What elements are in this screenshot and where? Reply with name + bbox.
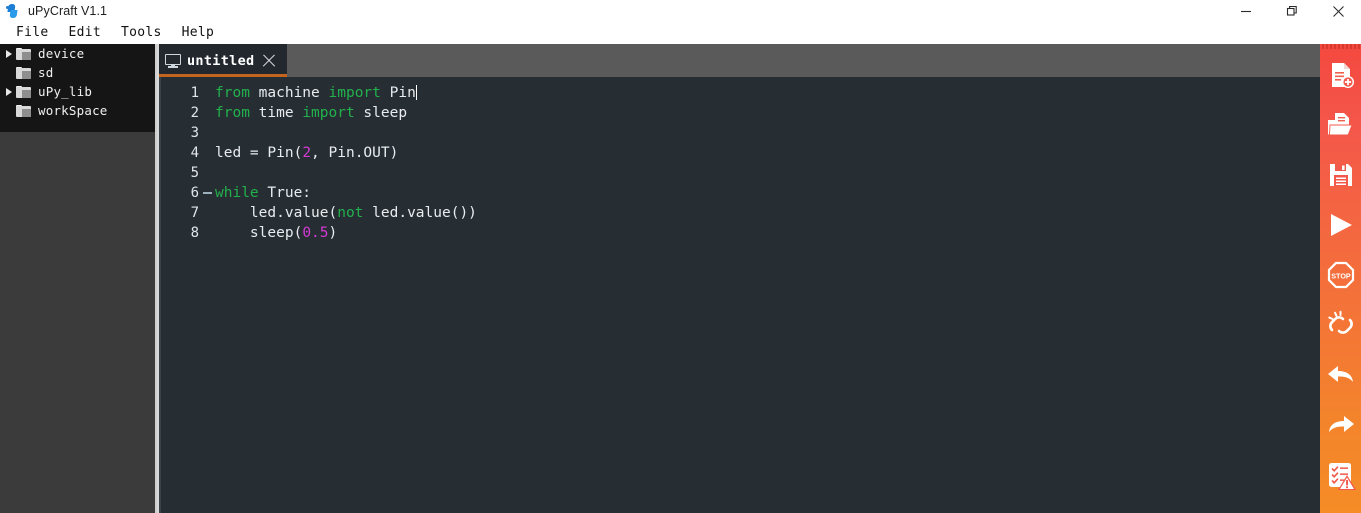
menu-item-edit[interactable]: Edit — [59, 22, 112, 44]
code-line: 4 led = Pin(2, Pin.OUT) — [159, 143, 1320, 163]
code-line: 5 — [159, 163, 1320, 183]
restore-icon — [1286, 5, 1297, 16]
save-button[interactable] — [1320, 150, 1361, 200]
syntax-check-icon — [1328, 463, 1356, 490]
undo-icon — [1327, 366, 1353, 382]
redo-icon — [1328, 416, 1354, 432]
disconnect-icon — [1327, 310, 1353, 334]
folder-icon — [16, 104, 31, 117]
more-tools-button[interactable] — [1320, 500, 1361, 513]
tab-label: untitled — [187, 52, 255, 69]
undo-button[interactable] — [1320, 350, 1361, 400]
line-number: 8 — [190, 225, 199, 241]
minimize-icon — [1241, 10, 1251, 13]
window-title: uPyCraft V1.1 — [28, 4, 108, 18]
expand-arrow-icon[interactable] — [2, 82, 16, 101]
run-icon — [1330, 214, 1352, 236]
line-number: 7 — [190, 205, 199, 221]
window-controls — [1223, 0, 1361, 22]
code-line: 7 led.value(not led.value()) — [159, 203, 1320, 223]
tree-item-device[interactable]: device — [0, 44, 157, 63]
tree-item-label: device — [38, 46, 85, 61]
tree-item-upy_lib[interactable]: uPy_lib — [0, 82, 157, 101]
stop-icon: STOP — [1327, 261, 1354, 289]
line-number: 3 — [190, 125, 199, 141]
code-text: led = Pin(2, Pin.OUT) — [215, 145, 399, 161]
menu-bar: File Edit Tools Help — [0, 22, 1361, 44]
sidebar-editor-divider — [157, 44, 159, 513]
restore-button[interactable] — [1269, 0, 1315, 22]
open-folder-icon — [1327, 113, 1353, 136]
line-number: 5 — [190, 165, 199, 181]
save-icon — [1329, 164, 1352, 186]
run-button[interactable] — [1320, 200, 1361, 250]
tree-item-label: sd — [38, 65, 54, 80]
upycraft-window: uPyCraft V1.1 File Edit Tools Help devic… — [0, 0, 1361, 513]
tree-item-label: workSpace — [38, 103, 108, 118]
file-tree: device sd uPy_lib workSpace — [0, 44, 157, 132]
line-number: 2 — [190, 105, 199, 121]
expand-arrow-icon[interactable] — [2, 44, 16, 63]
new-file-button[interactable] — [1320, 50, 1361, 100]
code-line: 2 from time import sleep — [159, 103, 1320, 123]
tab-strip: untitled — [159, 44, 1320, 77]
svg-text:STOP: STOP — [1331, 272, 1351, 281]
line-number: 6 — [190, 185, 199, 201]
menu-item-file[interactable]: File — [6, 22, 59, 44]
tree-item-workspace[interactable]: workSpace — [0, 101, 157, 120]
code-line: 3 — [159, 123, 1320, 143]
open-folder-button[interactable] — [1320, 100, 1361, 150]
code-line: 1 from machine import Pin — [159, 83, 1320, 103]
title-bar: uPyCraft V1.1 — [0, 0, 1361, 22]
line-number: 4 — [190, 145, 199, 161]
code-line: 6 while True: — [159, 183, 1320, 203]
close-button[interactable] — [1315, 0, 1361, 22]
toolbar-top-edge — [1320, 44, 1361, 49]
minimize-button[interactable] — [1223, 0, 1269, 22]
close-icon — [1332, 5, 1344, 17]
folder-icon — [16, 47, 31, 60]
tab-untitled[interactable]: untitled — [159, 44, 287, 77]
code-text: sleep(0.5) — [215, 225, 338, 241]
tab-close-icon[interactable] — [260, 52, 278, 70]
code-editor[interactable]: 1 from machine import Pin 2 from time impor… — [159, 77, 1320, 513]
folder-icon — [16, 66, 31, 79]
folder-icon — [16, 85, 31, 98]
expand-arrow-placeholder — [2, 101, 16, 120]
code-text: from machine import Pin — [215, 85, 418, 101]
editor-panel: untitled 1 from machine import Pin 2 from t… — [159, 44, 1320, 513]
code-text: while True: — [215, 185, 312, 201]
text-caret — [415, 85, 418, 100]
stop-button[interactable]: STOP — [1320, 250, 1361, 300]
syntax-check-button[interactable] — [1320, 450, 1361, 500]
menu-item-tools[interactable]: Tools — [111, 22, 172, 44]
code-text: from time import sleep — [215, 105, 408, 121]
file-tree-sidebar: device sd uPy_lib workSpace — [0, 44, 157, 513]
tree-item-sd[interactable]: sd — [0, 63, 157, 82]
upycraft-logo-icon — [5, 3, 21, 19]
monitor-icon — [165, 53, 181, 68]
fold-collapse-icon[interactable] — [199, 192, 215, 194]
code-lines: 1 from machine import Pin 2 from time impor… — [159, 83, 1320, 243]
line-number: 1 — [190, 85, 199, 101]
code-text: led.value(not led.value()) — [215, 205, 477, 221]
action-toolbar: STOP — [1320, 44, 1361, 513]
code-line: 8 sleep(0.5) — [159, 223, 1320, 243]
tree-item-label: uPy_lib — [38, 84, 93, 99]
redo-button[interactable] — [1320, 400, 1361, 450]
new-file-icon — [1331, 63, 1354, 88]
menu-item-help[interactable]: Help — [172, 22, 225, 44]
disconnect-button[interactable] — [1320, 300, 1361, 350]
expand-arrow-placeholder — [2, 63, 16, 82]
